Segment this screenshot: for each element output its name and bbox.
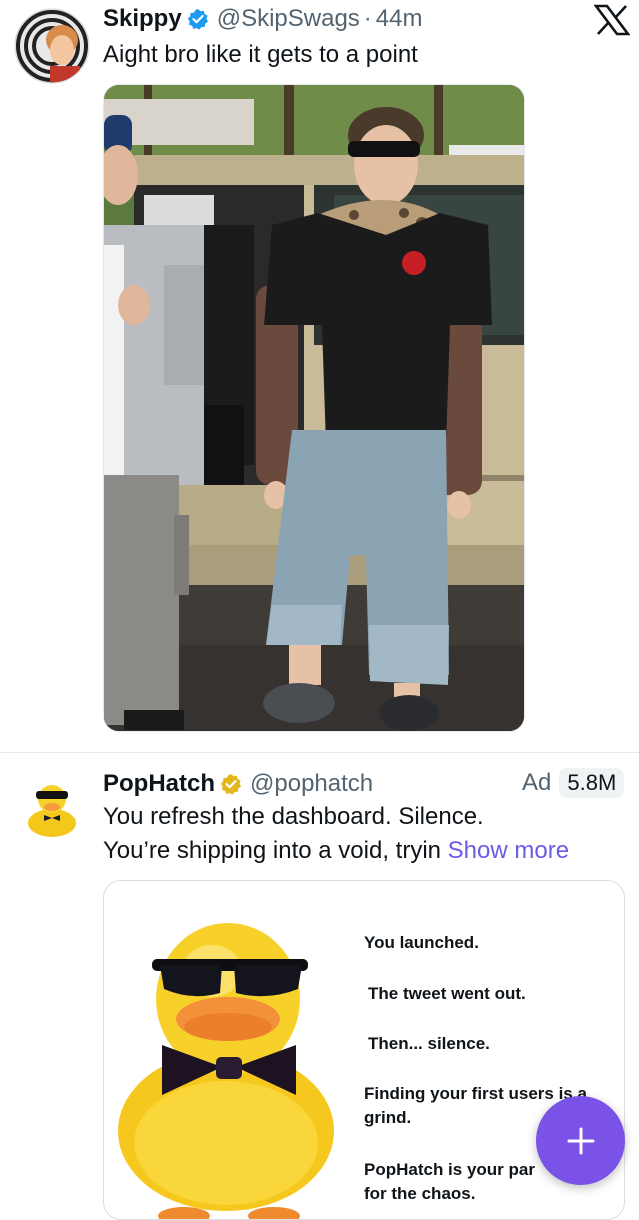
duck-image xyxy=(118,923,334,1219)
tweet-text-line-2: You’re shipping into a void, tryin Show … xyxy=(103,834,569,867)
ad-meta: Ad 5.8M xyxy=(522,768,625,798)
verified-badge-icon xyxy=(220,774,242,795)
views-count[interactable]: 5.8M xyxy=(559,768,625,798)
tweet-skippy[interactable]: Skippy @SkipSwags · 44m Aight bro like i… xyxy=(0,0,639,750)
ad-label: Ad xyxy=(522,769,552,796)
verified-badge-icon xyxy=(187,9,208,30)
card-line: PopHatch is your par xyxy=(364,1160,535,1179)
handle[interactable]: @SkipSwags xyxy=(217,4,360,34)
display-name[interactable]: Skippy xyxy=(103,4,182,34)
avatar[interactable] xyxy=(14,8,90,89)
tweet-photo[interactable] xyxy=(103,84,525,732)
handle[interactable]: @pophatch xyxy=(250,769,373,799)
card-line: Then... silence. xyxy=(368,1034,490,1053)
plus-icon xyxy=(567,1127,594,1154)
compose-button[interactable] xyxy=(536,1096,625,1185)
tweet-text: Aight bro like it gets to a point xyxy=(103,41,418,68)
tweet-text-line-1: You refresh the dashboard. Silence. xyxy=(103,803,484,830)
card-line: Finding your first users is a xyxy=(364,1084,587,1103)
tweet-text-line-2-body: You’re shipping into a void, tryin xyxy=(103,837,441,864)
tweet-header: Skippy @SkipSwags · 44m xyxy=(103,4,422,34)
avatar[interactable] xyxy=(24,779,80,844)
separator-dot: · xyxy=(363,5,372,32)
card-line: The tweet went out. xyxy=(368,984,526,1003)
card-line: You launched. xyxy=(364,933,479,952)
show-more-link[interactable]: Show more xyxy=(448,837,569,864)
card-line: for the chaos. xyxy=(364,1184,476,1203)
tweet-header: PopHatch @pophatch xyxy=(103,769,373,799)
display-name[interactable]: PopHatch xyxy=(103,769,215,799)
timestamp[interactable]: 44m xyxy=(376,4,423,34)
card-line: grind. xyxy=(364,1108,412,1127)
